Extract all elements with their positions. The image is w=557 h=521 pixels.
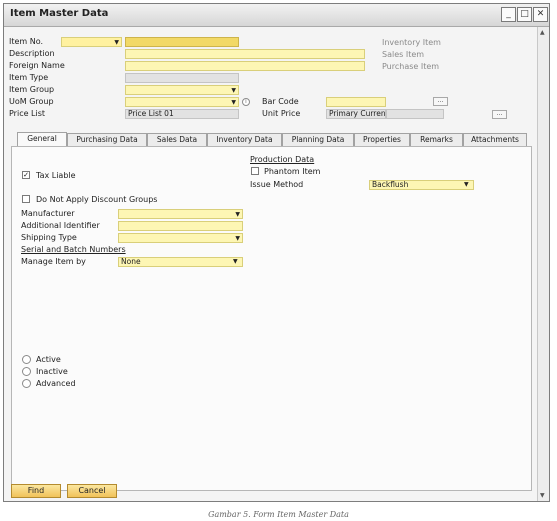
issue-method-label: Issue Method	[250, 180, 304, 189]
item-group-dropdown[interactable]: ▼	[125, 85, 239, 95]
tax-liable-checkbox[interactable]: ✓	[22, 171, 30, 179]
additional-identifier-input[interactable]	[118, 221, 243, 231]
do-not-apply-discount-label: Do Not Apply Discount Groups	[36, 195, 158, 204]
title-bar: Item Master Data _ □ ✕	[4, 4, 549, 27]
radio-active[interactable]	[22, 355, 31, 364]
item-type-field[interactable]	[125, 73, 239, 83]
tab-general[interactable]: General	[17, 132, 67, 146]
tab-inventory-data[interactable]: Inventory Data	[207, 133, 282, 146]
uom-group-label: UoM Group	[9, 97, 54, 106]
unit-price-currency-field[interactable]: Primary Currenc	[326, 109, 386, 119]
minimize-button[interactable]: _	[501, 7, 516, 22]
inactive-label: Inactive	[36, 367, 68, 376]
item-type-label: Item Type	[9, 73, 49, 82]
do-not-apply-discount-checkbox[interactable]	[22, 195, 30, 203]
general-tab-panel: Production Data Phantom Item Issue Metho…	[11, 146, 532, 491]
tab-remarks[interactable]: Remarks	[410, 133, 463, 146]
phantom-item-checkbox[interactable]	[251, 167, 259, 175]
shipping-type-label: Shipping Type	[21, 233, 77, 242]
chevron-down-icon: ▼	[114, 39, 119, 46]
inventory-item-label: Inventory Item	[382, 38, 441, 47]
unit-price-input[interactable]	[386, 109, 444, 119]
description-label: Description	[9, 49, 55, 58]
advanced-label: Advanced	[36, 379, 76, 388]
figure-caption: Gambar 5. Form Item Master Data	[208, 510, 349, 519]
chevron-down-icon: ▼	[231, 87, 236, 94]
form-content: Item No. ▼ Description Foreign Name Item…	[4, 27, 537, 501]
tax-liable-label: Tax Liable	[36, 171, 76, 180]
price-list-label: Price List	[9, 109, 46, 118]
additional-identifier-label: Additional Identifier	[21, 221, 100, 230]
tab-properties[interactable]: Properties	[354, 133, 410, 146]
scroll-up-icon[interactable]: ▲	[540, 29, 545, 36]
info-icon[interactable]: i	[242, 98, 250, 106]
find-button[interactable]: Find	[11, 484, 61, 498]
item-master-data-window: Item Master Data _ □ ✕ Item No. ▼ Descri…	[3, 3, 550, 502]
chevron-down-icon: ▼	[464, 181, 469, 188]
uom-group-dropdown[interactable]: ▼	[125, 97, 239, 107]
description-input[interactable]	[125, 49, 365, 59]
unit-price-label: Unit Price	[262, 109, 301, 118]
manufacturer-label: Manufacturer	[21, 209, 75, 218]
item-no-series-dropdown[interactable]: ▼	[61, 37, 122, 47]
chevron-down-icon: ▼	[233, 258, 238, 265]
price-list-field[interactable]: Price List 01	[125, 109, 239, 119]
phantom-item-label: Phantom Item	[264, 167, 321, 176]
item-no-input[interactable]	[125, 37, 239, 47]
maximize-button[interactable]: □	[517, 7, 532, 22]
foreign-name-label: Foreign Name	[9, 61, 65, 70]
radio-inactive[interactable]	[22, 367, 31, 376]
tab-purchasing-data[interactable]: Purchasing Data	[67, 133, 147, 146]
close-button[interactable]: ✕	[533, 7, 548, 22]
chevron-down-icon: ▼	[235, 235, 240, 242]
issue-method-dropdown[interactable]: Backflush	[369, 180, 474, 190]
tab-sales-data[interactable]: Sales Data	[147, 133, 207, 146]
chevron-down-icon: ▼	[231, 99, 236, 106]
unit-price-browse-button[interactable]: ...	[492, 110, 507, 119]
tab-planning-data[interactable]: Planning Data	[282, 133, 354, 146]
production-data-heading: Production Data	[250, 155, 315, 164]
purchase-item-label: Purchase Item	[382, 62, 440, 71]
manage-item-by-dropdown[interactable]: None	[118, 257, 243, 267]
tab-attachments[interactable]: Attachments	[463, 133, 527, 146]
shipping-type-dropdown[interactable]: ▼	[118, 233, 243, 243]
cancel-button[interactable]: Cancel	[67, 484, 117, 498]
bar-code-label: Bar Code	[262, 97, 299, 106]
serial-batch-heading: Serial and Batch Numbers	[21, 245, 126, 254]
item-no-label: Item No.	[9, 37, 44, 46]
sales-item-label: Sales Item	[382, 50, 425, 59]
radio-advanced[interactable]	[22, 379, 31, 388]
manufacturer-dropdown[interactable]: ▼	[118, 209, 243, 219]
chevron-down-icon: ▼	[235, 211, 240, 218]
active-label: Active	[36, 355, 61, 364]
scroll-down-icon[interactable]: ▼	[540, 492, 545, 499]
foreign-name-input[interactable]	[125, 61, 365, 71]
manage-item-by-label: Manage Item by	[21, 257, 86, 266]
bar-code-browse-button[interactable]: ...	[433, 97, 448, 106]
item-group-label: Item Group	[9, 85, 55, 94]
window-title: Item Master Data	[10, 8, 109, 19]
vertical-scrollbar[interactable]: ▲ ▼	[537, 27, 549, 501]
bar-code-input[interactable]	[326, 97, 386, 107]
